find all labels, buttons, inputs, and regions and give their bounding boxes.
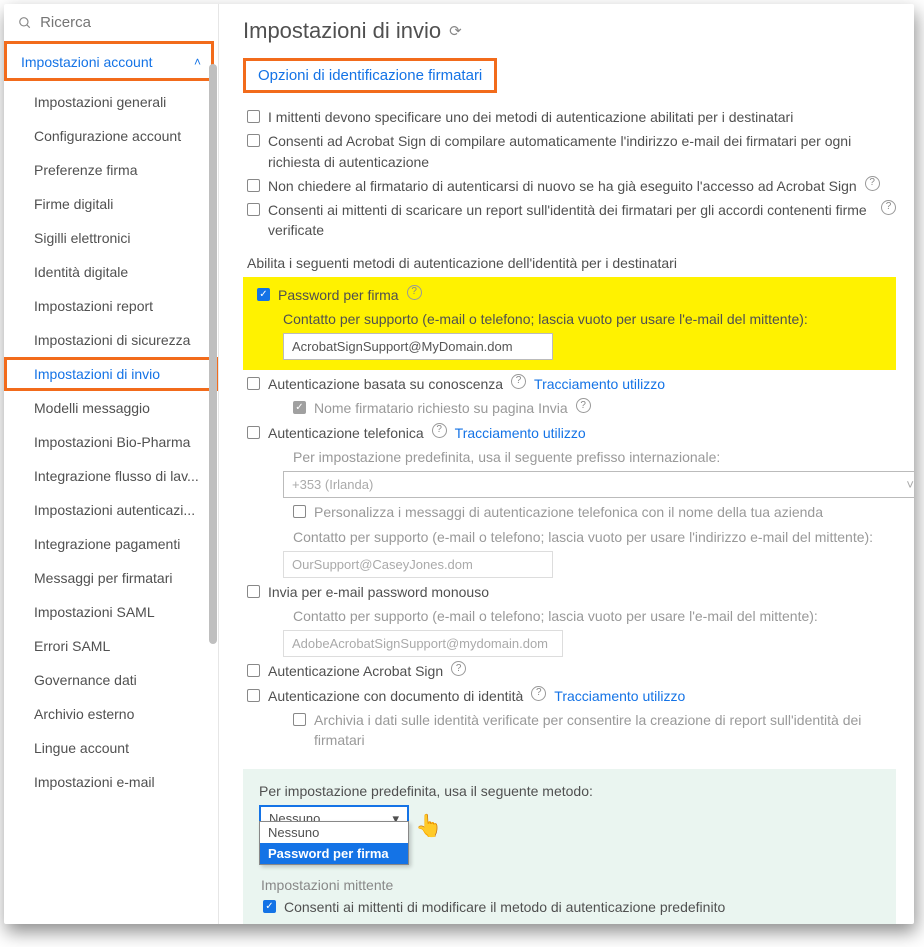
main-content: Impostazioni di invio ⟳ Opzioni di ident… (219, 4, 914, 924)
label-autofill-email: Consenti ad Acrobat Sign di compilare au… (268, 131, 896, 172)
page-title-text: Impostazioni di invio (243, 18, 441, 44)
sidebar-item-archivio-esterno[interactable]: Archivio esterno (4, 697, 218, 731)
sidebar-item-modelli-messaggio[interactable]: Modelli messaggio (4, 391, 218, 425)
sidebar-item-impostazioni-generali[interactable]: Impostazioni generali (4, 85, 218, 119)
label-phone-support: Contatto per supporto (e-mail o telefono… (293, 527, 873, 547)
scrollbar-thumb[interactable] (209, 64, 217, 644)
sidebar-item-preferenze-firma[interactable]: Preferenze firma (4, 153, 218, 187)
checkbox-kba-name-required[interactable] (293, 401, 306, 414)
label-password-signature: Password per firma (278, 285, 399, 305)
refresh-icon[interactable]: ⟳ (449, 22, 462, 40)
select-phone-prefix[interactable]: +353 (Irlanda) ˅ (283, 471, 914, 498)
checkbox-otp-email[interactable] (247, 585, 260, 598)
checkbox-password-signature[interactable] (257, 288, 270, 301)
label-kba-name: Nome firmatario richiesto su pagina Invi… (314, 398, 568, 418)
sidebar-item-messaggi-per-firmatari[interactable]: Messaggi per firmatari (4, 561, 218, 595)
sidebar-item-firme-digitali[interactable]: Firme digitali (4, 187, 218, 221)
sidebar-item-governance-dati[interactable]: Governance dati (4, 663, 218, 697)
option-none[interactable]: Nessuno (260, 822, 408, 843)
link-track-usage[interactable]: Tracciamento utilizzo (554, 686, 685, 706)
search-box[interactable] (4, 4, 218, 41)
sidebar-item-errori-saml[interactable]: Errori SAML (4, 629, 218, 663)
checkbox-allow-change-default[interactable] (263, 900, 276, 913)
info-icon[interactable]: ? (531, 686, 546, 701)
page-title: Impostazioni di invio ⟳ (243, 18, 896, 44)
sidebar-nav: Impostazioni generaliConfigurazione acco… (4, 85, 218, 924)
sidebar-item-impostazioni-report[interactable]: Impostazioni report (4, 289, 218, 323)
label-otp-support: Contatto per supporto (e-mail o telefono… (293, 606, 818, 626)
checkbox-acrobat-sign-auth[interactable] (247, 664, 260, 677)
info-icon[interactable]: ? (511, 374, 526, 389)
sidebar-item-impostazioni-bio-pharma[interactable]: Impostazioni Bio-Pharma (4, 425, 218, 459)
label-otp-email: Invia per e-mail password monouso (268, 582, 489, 602)
label-phone-default-prefix: Per impostazione predefinita, usa il seg… (293, 447, 720, 467)
checkbox-docid-archive[interactable] (293, 713, 306, 726)
sidebar-section-label: Impostazioni account (21, 54, 153, 70)
checkbox-phone-auth[interactable] (247, 426, 260, 439)
info-icon[interactable]: ? (451, 661, 466, 676)
sidebar-item-impostazioni-di-sicurezza[interactable]: Impostazioni di sicurezza (4, 323, 218, 357)
label-docid-archive: Archivia i dati sulle identità verificat… (314, 710, 896, 751)
chevron-down-icon: ˅ (906, 477, 914, 492)
checkbox-download-report[interactable] (247, 203, 260, 216)
default-method-panel: Per impostazione predefinita, usa il seg… (243, 769, 896, 924)
label-require-auth: I mittenti devono specificare uno dei me… (268, 107, 793, 127)
info-icon[interactable]: ? (407, 285, 422, 300)
enable-methods-heading: Abilita i seguenti metodi di autenticazi… (247, 255, 896, 271)
label-skip-reauth: Non chiedere al firmatario di autenticar… (268, 176, 857, 196)
link-track-usage[interactable]: Tracciamento utilizzo (534, 374, 665, 394)
sidebar-item-impostazioni-e-mail[interactable]: Impostazioni e-mail (4, 765, 218, 799)
info-icon[interactable]: ? (865, 176, 880, 191)
input-phone-support[interactable] (283, 551, 553, 578)
sidebar-item-lingue-account[interactable]: Lingue account (4, 731, 218, 765)
select-default-method-options: Nessuno Password per firma (259, 821, 409, 865)
label-allow-change-default: Consenti ai mittenti di modificare il me… (284, 897, 725, 917)
checkbox-require-auth[interactable] (247, 110, 260, 123)
info-icon[interactable]: ? (881, 200, 896, 215)
checkbox-skip-reauth[interactable] (247, 179, 260, 192)
section-signer-id-options[interactable]: Opzioni di identificazione firmatari (243, 58, 497, 93)
input-otp-support[interactable] (283, 630, 563, 657)
sidebar-item-sigilli-elettronici[interactable]: Sigilli elettronici (4, 221, 218, 255)
sidebar-item-configurazione-account[interactable]: Configurazione account (4, 119, 218, 153)
search-icon (18, 15, 32, 31)
checkbox-doc-id-auth[interactable] (247, 689, 260, 702)
label-phone-auth: Autenticazione telefonica (268, 423, 424, 443)
sidebar-item-impostazioni-saml[interactable]: Impostazioni SAML (4, 595, 218, 629)
chevron-up-icon: ˄ (194, 55, 201, 69)
sidebar-item-integrazione-flusso-di-lav[interactable]: Integrazione flusso di lav... (4, 459, 218, 493)
sidebar: Impostazioni account ˄ Impostazioni gene… (4, 4, 219, 924)
search-input[interactable] (40, 14, 204, 31)
support-contact-label: Contatto per supporto (e-mail o telefono… (243, 311, 896, 327)
info-icon[interactable]: ? (576, 398, 591, 413)
label-kba: Autenticazione basata su conoscenza (268, 374, 503, 394)
default-method-heading: Per impostazione predefinita, usa il seg… (259, 783, 880, 799)
label-acrobat-sign-auth: Autenticazione Acrobat Sign (268, 661, 443, 681)
sidebar-item-impostazioni-autenticazi[interactable]: Impostazioni autenticazi... (4, 493, 218, 527)
sidebar-section-account-settings[interactable]: Impostazioni account ˄ (4, 41, 214, 81)
info-icon[interactable]: ? (432, 423, 447, 438)
sidebar-item-impostazioni-di-invio[interactable]: Impostazioni di invio (4, 357, 218, 391)
label-doc-id-auth: Autenticazione con documento di identità (268, 686, 523, 706)
sender-settings-label: Impostazioni mittente (259, 877, 880, 893)
link-track-usage[interactable]: Tracciamento utilizzo (455, 423, 586, 443)
select-phone-prefix-value: +353 (Irlanda) (292, 477, 373, 492)
sidebar-item-integrazione-pagamenti[interactable]: Integrazione pagamenti (4, 527, 218, 561)
label-download-report: Consenti ai mittenti di scaricare un rep… (268, 200, 873, 241)
option-password-signature[interactable]: Password per firma (260, 843, 408, 864)
sidebar-item-identit-digitale[interactable]: Identità digitale (4, 255, 218, 289)
support-contact-input[interactable] (283, 333, 553, 360)
label-phone-customize: Personalizza i messaggi di autenticazion… (314, 502, 823, 522)
highlight-signing-password: Password per firma ? Contatto per suppor… (243, 277, 896, 370)
cursor-icon: 👆 (415, 813, 442, 839)
checkbox-phone-customize[interactable] (293, 505, 306, 518)
checkbox-kba[interactable] (247, 377, 260, 390)
checkbox-autofill-email[interactable] (247, 134, 260, 147)
